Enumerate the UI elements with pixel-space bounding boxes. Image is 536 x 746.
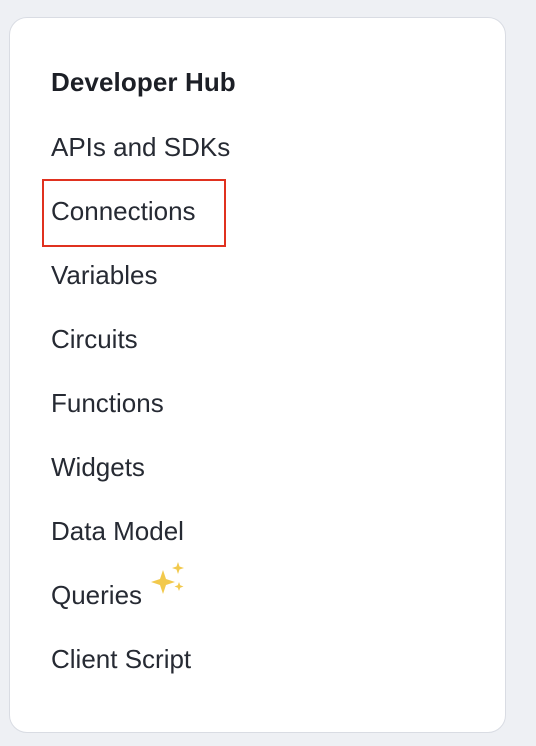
menu-item-label: Functions	[51, 388, 164, 418]
menu-item-label: Client Script	[51, 644, 192, 674]
menu-item-label: Connections	[51, 196, 196, 226]
menu-item-label: Data Model	[51, 516, 184, 546]
menu-item-label: Variables	[51, 260, 158, 290]
menu-item-variables[interactable]: Variables	[51, 256, 230, 320]
developer-hub-card: Developer Hub APIs and SDKs Connections …	[9, 17, 506, 733]
section-title: Developer Hub	[51, 67, 236, 97]
menu-item-label: Widgets	[51, 452, 145, 482]
menu-item-widgets[interactable]: Widgets	[51, 448, 230, 512]
menu-item-label: Queries	[51, 580, 143, 610]
menu-item-connections[interactable]: Connections	[51, 192, 230, 256]
menu-item-client-script[interactable]: Client Script	[51, 640, 230, 704]
developer-hub-menu: APIs and SDKs Connections Variables Circ…	[51, 128, 230, 704]
menu-item-apis-and-sdks[interactable]: APIs and SDKs	[51, 128, 230, 192]
top-strip	[0, 0, 536, 10]
menu-item-circuits[interactable]: Circuits	[51, 320, 230, 384]
sparkle-icon	[150, 562, 186, 596]
menu-item-queries[interactable]: Queries	[51, 562, 230, 640]
menu-item-label: APIs and SDKs	[51, 132, 231, 162]
menu-item-label: Circuits	[51, 324, 138, 354]
menu-item-data-model[interactable]: Data Model	[51, 512, 230, 576]
menu-item-functions[interactable]: Functions	[51, 384, 230, 448]
